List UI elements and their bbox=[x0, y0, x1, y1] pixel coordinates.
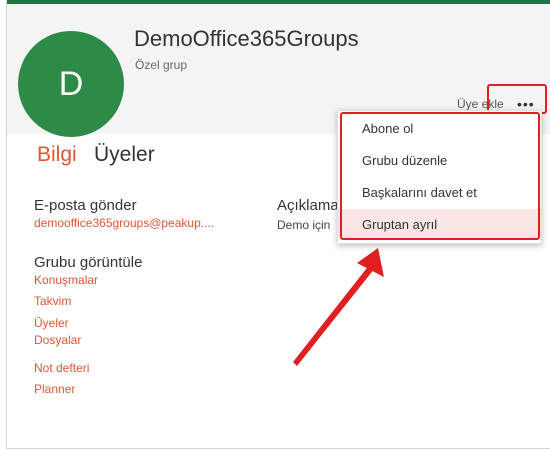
annotation-arrow bbox=[293, 248, 384, 366]
